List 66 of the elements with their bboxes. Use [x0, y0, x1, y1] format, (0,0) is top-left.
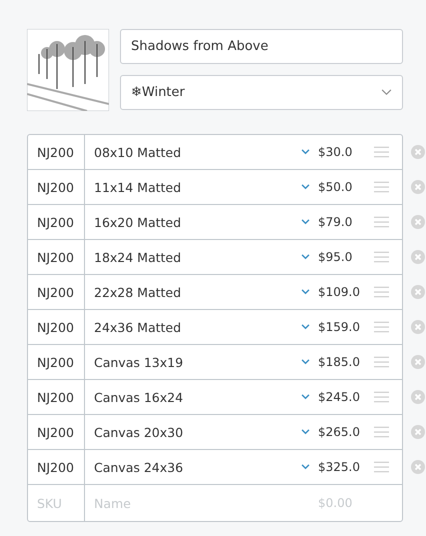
name-field[interactable]: 22x28 Matted	[94, 284, 301, 300]
sku-field[interactable]: NJ200	[28, 135, 85, 169]
price-field[interactable]: $0.00	[318, 496, 402, 510]
drag-handle-icon[interactable]	[374, 286, 389, 298]
chevron-down-icon[interactable]	[301, 324, 310, 330]
sku-field[interactable]: NJ200	[28, 450, 85, 484]
chevron-down-icon[interactable]	[301, 149, 310, 155]
sku-field[interactable]: NJ200	[28, 380, 85, 414]
drag-handle-icon[interactable]	[374, 391, 389, 403]
chevron-down-icon[interactable]	[301, 359, 310, 365]
chevron-down-icon[interactable]	[301, 254, 310, 260]
price-field[interactable]: $50.0	[318, 180, 362, 194]
sku-field[interactable]: NJ200	[28, 205, 85, 239]
remove-icon[interactable]	[411, 424, 425, 438]
sku-field[interactable]: NJ200	[28, 415, 85, 449]
drag-handle-icon[interactable]	[374, 356, 389, 368]
name-field[interactable]: Canvas 24x36	[94, 460, 301, 474]
sku-field[interactable]: NJ200	[28, 345, 85, 379]
price-field[interactable]: $245.0	[318, 390, 362, 404]
name-field[interactable]: 08x10 Matted	[94, 144, 301, 160]
name-field[interactable]: Canvas 20x30	[94, 424, 301, 440]
price-field[interactable]: $95.0	[318, 250, 362, 264]
sku-field[interactable]: NJ200	[28, 170, 85, 204]
name-field[interactable]: 11x14 Matted	[94, 180, 301, 194]
drag-handle-icon[interactable]	[374, 216, 389, 228]
sku-field[interactable]: NJ200	[28, 240, 85, 274]
sku-field[interactable]: SKU	[28, 485, 85, 521]
sku-field[interactable]: NJ200	[28, 310, 85, 344]
price-field[interactable]: $109.0	[318, 285, 362, 299]
price-field[interactable]: $30.0	[318, 145, 362, 159]
drag-handle-icon[interactable]	[374, 461, 389, 473]
name-field[interactable]: Canvas 16x24	[94, 390, 301, 404]
drag-handle-icon[interactable]	[374, 146, 389, 158]
title-field[interactable]: Shadows from Above	[120, 29, 403, 64]
drag-handle-icon[interactable]	[374, 181, 389, 193]
price-field[interactable]: $159.0	[318, 320, 362, 334]
sku-field[interactable]: NJ200	[28, 275, 85, 309]
name-field[interactable]: Name	[94, 496, 318, 510]
drag-handle-icon[interactable]	[374, 321, 389, 333]
drag-handle-icon[interactable]	[374, 426, 389, 438]
chevron-down-icon[interactable]	[301, 289, 310, 295]
name-field[interactable]: 16x20 Matted	[94, 214, 301, 230]
price-field[interactable]: $265.0	[318, 425, 362, 439]
name-field[interactable]: Canvas 13x19	[94, 354, 301, 370]
price-field[interactable]: $185.0	[318, 355, 362, 369]
chevron-down-icon	[381, 89, 392, 96]
drag-handle-icon[interactable]	[374, 251, 389, 263]
name-field[interactable]: 24x36 Matted	[94, 320, 301, 334]
remove-icon[interactable]	[411, 354, 425, 368]
remove-icon[interactable]	[411, 320, 425, 334]
chevron-down-icon[interactable]	[301, 219, 310, 225]
chevron-down-icon[interactable]	[301, 429, 310, 435]
remove-icon[interactable]	[411, 390, 425, 404]
remove-icon[interactable]	[411, 180, 425, 194]
price-field[interactable]: $325.0	[318, 460, 362, 474]
chevron-down-icon[interactable]	[301, 184, 310, 190]
remove-icon[interactable]	[411, 144, 425, 158]
remove-icon[interactable]	[411, 284, 425, 298]
price-field[interactable]: $79.0	[318, 215, 362, 229]
remove-icon[interactable]	[411, 214, 425, 228]
remove-icon[interactable]	[411, 250, 425, 264]
chevron-down-icon[interactable]	[301, 464, 310, 470]
chevron-down-icon[interactable]	[301, 394, 310, 400]
remove-icon[interactable]	[411, 460, 425, 474]
category-select[interactable]: ❄Winter	[120, 75, 403, 110]
name-field[interactable]: 18x24 Matted	[94, 250, 301, 264]
